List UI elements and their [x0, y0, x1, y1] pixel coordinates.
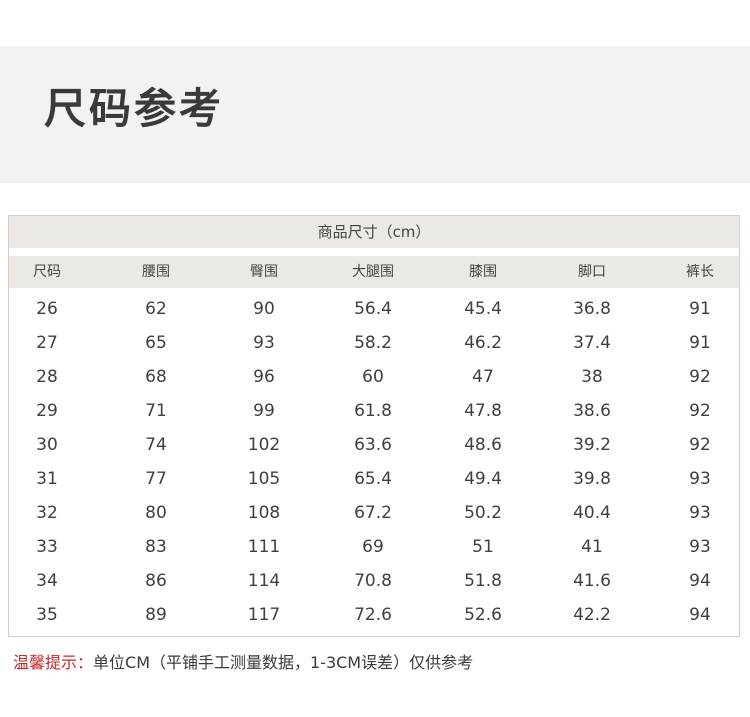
cell-waist: 89	[145, 605, 167, 625]
cell-length: 91	[689, 333, 711, 353]
note-label: 温馨提示：	[13, 653, 94, 672]
table-header-row: 尺码 腰围 臀围 大腿围 膝围 脚口 裤长	[9, 256, 739, 288]
cell-knee: 50.2	[464, 503, 502, 523]
cell-leg-opening: 39.2	[573, 435, 611, 455]
header-hip: 臀围	[250, 264, 278, 280]
cell-thigh: 70.8	[354, 571, 392, 591]
table-row: 28 68 96 60 47 38 92	[9, 360, 739, 394]
header-waist: 腰围	[142, 264, 170, 280]
table-row: 26 62 90 56.4 45.4 36.8 91	[9, 292, 739, 326]
cell-hip: 96	[253, 367, 275, 387]
table-row: 35 89 117 72.6 52.6 42.2 94	[9, 598, 739, 632]
cell-knee: 47	[472, 367, 494, 387]
cell-hip: 90	[253, 299, 275, 319]
cell-waist: 74	[145, 435, 167, 455]
cell-hip: 117	[247, 605, 281, 625]
cell-thigh: 56.4	[354, 299, 392, 319]
cell-length: 92	[689, 401, 711, 421]
table-row: 31 77 105 65.4 49.4 39.8 93	[9, 462, 739, 496]
cell-length: 93	[689, 469, 711, 489]
cell-size: 28	[36, 367, 58, 387]
note-text: 单位CM（平铺手工测量数据，1-3CM误差）仅供参考	[93, 653, 474, 672]
cell-leg-opening: 41.6	[573, 571, 611, 591]
cell-knee: 51.8	[464, 571, 502, 591]
cell-length: 92	[689, 367, 711, 387]
cell-thigh: 61.8	[354, 401, 392, 421]
cell-thigh: 65.4	[354, 469, 392, 489]
cell-size: 31	[36, 469, 58, 489]
cell-size: 35	[36, 605, 58, 625]
cell-knee: 51	[472, 537, 494, 557]
cell-length: 94	[689, 605, 711, 625]
cell-knee: 52.6	[464, 605, 502, 625]
cell-leg-opening: 38.6	[573, 401, 611, 421]
cell-waist: 80	[145, 503, 167, 523]
header-size: 尺码	[33, 264, 61, 280]
table-row: 30 74 102 63.6 48.6 39.2 92	[9, 428, 739, 462]
cell-size: 34	[36, 571, 58, 591]
cell-hip: 114	[247, 571, 281, 591]
cell-length: 93	[689, 503, 711, 523]
cell-leg-opening: 42.2	[573, 605, 611, 625]
cell-hip: 93	[253, 333, 275, 353]
cell-length: 94	[689, 571, 711, 591]
header-length: 裤长	[686, 264, 714, 280]
table-row: 32 80 108 67.2 50.2 40.4 93	[9, 496, 739, 530]
table-row: 34 86 114 70.8 51.8 41.6 94	[9, 564, 739, 598]
cell-thigh: 69	[362, 537, 384, 557]
cell-knee: 46.2	[464, 333, 502, 353]
cell-hip: 102	[247, 435, 281, 455]
cell-waist: 68	[145, 367, 167, 387]
header-knee: 膝围	[469, 264, 497, 280]
cell-size: 26	[36, 299, 58, 319]
table-caption: 商品尺寸（cm）	[9, 216, 739, 248]
table-row: 33 83 111 69 51 41 93	[9, 530, 739, 564]
header-thigh: 大腿围	[352, 264, 394, 280]
cell-knee: 48.6	[464, 435, 502, 455]
cell-size: 32	[36, 503, 58, 523]
page-title: 尺码参考	[44, 84, 225, 133]
cell-knee: 47.8	[464, 401, 502, 421]
cell-waist: 62	[145, 299, 167, 319]
table-row: 29 71 99 61.8 47.8 38.6 92	[9, 394, 739, 428]
measurement-note: 温馨提示：单位CM（平铺手工测量数据，1-3CM误差）仅供参考	[13, 651, 473, 675]
cell-leg-opening: 36.8	[573, 299, 611, 319]
cell-leg-opening: 41	[581, 537, 603, 557]
cell-thigh: 63.6	[354, 435, 392, 455]
cell-size: 29	[36, 401, 58, 421]
cell-knee: 45.4	[464, 299, 502, 319]
cell-hip: 105	[247, 469, 281, 489]
cell-size: 27	[36, 333, 58, 353]
cell-leg-opening: 40.4	[573, 503, 611, 523]
cell-length: 93	[689, 537, 711, 557]
table-row: 27 65 93 58.2 46.2 37.4 91	[9, 326, 739, 360]
cell-waist: 65	[145, 333, 167, 353]
cell-hip: 111	[247, 537, 281, 557]
size-table: 商品尺寸（cm） 尺码 腰围 臀围 大腿围 膝围 脚口 裤长 26 62 90 56.…	[8, 215, 740, 637]
cell-waist: 71	[145, 401, 167, 421]
cell-hip: 99	[253, 401, 275, 421]
cell-leg-opening: 37.4	[573, 333, 611, 353]
cell-length: 92	[689, 435, 711, 455]
cell-knee: 49.4	[464, 469, 502, 489]
cell-waist: 83	[145, 537, 167, 557]
table-body: 26 62 90 56.4 45.4 36.8 91 27 65 93 58.2 46.2 37.4 91…	[9, 292, 739, 632]
cell-thigh: 60	[362, 367, 384, 387]
header-leg-opening: 脚口	[578, 264, 606, 280]
cell-waist: 86	[145, 571, 167, 591]
cell-thigh: 58.2	[354, 333, 392, 353]
cell-size: 33	[36, 537, 58, 557]
cell-thigh: 67.2	[354, 503, 392, 523]
cell-leg-opening: 39.8	[573, 469, 611, 489]
cell-hip: 108	[247, 503, 281, 523]
cell-length: 91	[689, 299, 711, 319]
cell-size: 30	[36, 435, 58, 455]
cell-thigh: 72.6	[354, 605, 392, 625]
cell-leg-opening: 38	[581, 367, 603, 387]
cell-waist: 77	[145, 469, 167, 489]
